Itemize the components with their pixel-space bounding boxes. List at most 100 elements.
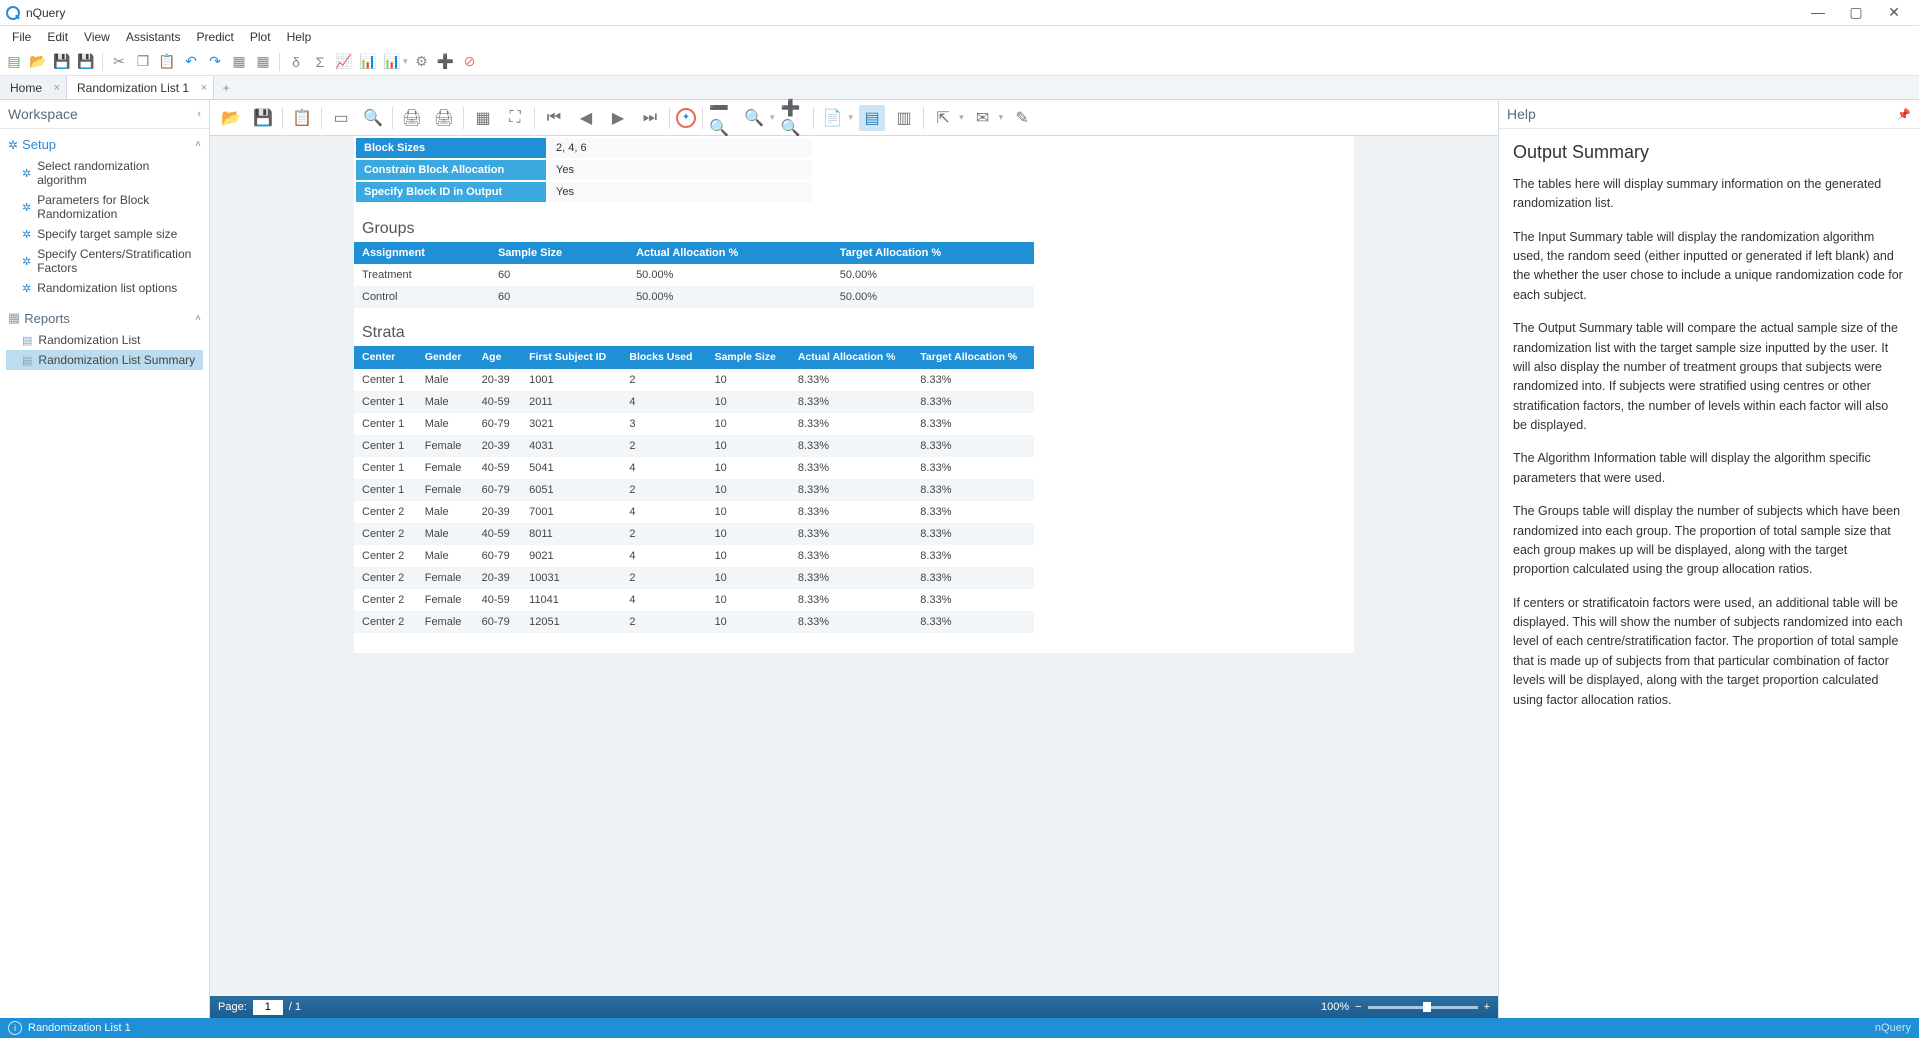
pin-icon[interactable]: 📌 <box>1897 108 1911 121</box>
sigma-icon[interactable]: Σ <box>310 52 330 72</box>
prev-page-icon[interactable]: ◀ <box>573 105 599 131</box>
new-icon[interactable]: ▤ <box>4 52 24 72</box>
find-icon[interactable]: 🔍 <box>360 105 386 131</box>
close-button[interactable]: ✕ <box>1875 4 1913 21</box>
zoom-in-button[interactable]: + <box>1484 1001 1490 1013</box>
zoom-out-icon[interactable]: ➖🔍 <box>709 105 735 131</box>
chart-bar-icon[interactable]: 📊 <box>358 52 378 72</box>
setup-item-algorithm[interactable]: ✲Select randomization algorithm <box>6 156 203 190</box>
dropdown-icon[interactable]: ▾ <box>403 56 408 67</box>
cell: 10 <box>707 457 790 479</box>
gear-icon[interactable]: ⚙ <box>412 52 432 72</box>
document-tabstrip: Home × Randomization List 1 × + <box>0 76 1919 100</box>
report-item-list[interactable]: ▤Randomization List <box>6 330 203 350</box>
separator <box>463 107 464 129</box>
report-canvas[interactable]: Block Sizes2, 4, 6 Constrain Block Alloc… <box>210 136 1498 996</box>
zoom-icon[interactable]: 🔍 <box>741 105 767 131</box>
reports-group[interactable]: ▦ Reports ˄ <box>6 306 203 330</box>
compass-icon[interactable]: ✦ <box>676 108 696 128</box>
menu-assistants[interactable]: Assistants <box>118 28 189 46</box>
cell-value: Yes <box>548 182 812 202</box>
continuous-mode-icon[interactable]: ▤ <box>859 105 885 131</box>
setup-item-sample-size[interactable]: ✲Specify target sample size <box>6 224 203 244</box>
collapse-icon[interactable]: ‹ <box>197 108 201 120</box>
item-label: Select randomization algorithm <box>37 159 199 187</box>
save-icon[interactable]: 💾 <box>52 52 72 72</box>
zoom-slider[interactable] <box>1368 1006 1478 1009</box>
table-row: Center 2Male20-3970014108.33%8.33% <box>354 501 1034 523</box>
email-icon[interactable]: ✉ <box>970 105 996 131</box>
grid2-icon[interactable]: ▦ <box>253 52 273 72</box>
redo-icon[interactable]: ↷ <box>205 52 225 72</box>
open-folder-icon[interactable]: 📂 <box>218 105 244 131</box>
print-icon[interactable]: 🖨 <box>399 105 425 131</box>
last-page-icon[interactable]: ⏭ <box>637 105 663 131</box>
copy-icon[interactable]: ❐ <box>133 52 153 72</box>
save-icon[interactable]: 💾 <box>250 105 276 131</box>
menu-edit[interactable]: Edit <box>39 28 76 46</box>
zoom-out-button[interactable]: − <box>1355 1001 1361 1013</box>
remove-icon[interactable]: ⊘ <box>460 52 480 72</box>
setup-item-options[interactable]: ✲Randomization list options <box>6 278 203 298</box>
menu-plot[interactable]: Plot <box>242 28 279 46</box>
tab-close-icon[interactable]: × <box>54 82 60 94</box>
chart-line-icon[interactable]: 📈 <box>334 52 354 72</box>
paste-icon[interactable]: 📋 <box>157 52 177 72</box>
fit-icon[interactable]: ⛶ <box>502 105 528 131</box>
reports-title: Reports <box>24 311 70 326</box>
menu-help[interactable]: Help <box>279 28 320 46</box>
menu-view[interactable]: View <box>76 28 118 46</box>
setup-group[interactable]: ✲ Setup ˄ <box>6 133 203 156</box>
tab-home[interactable]: Home × <box>0 76 67 99</box>
zoom-in-icon[interactable]: ➕🔍 <box>781 105 807 131</box>
select-icon[interactable]: ▭ <box>328 105 354 131</box>
export-icon[interactable]: ⇱ <box>930 105 956 131</box>
first-page-icon[interactable]: ⏮ <box>541 105 567 131</box>
col: Center <box>354 346 417 369</box>
next-page-icon[interactable]: ▶ <box>605 105 631 131</box>
maximize-button[interactable]: ▢ <box>1837 4 1875 21</box>
menu-predict[interactable]: Predict <box>189 28 242 46</box>
open-icon[interactable]: 📂 <box>28 52 48 72</box>
setup-item-centers[interactable]: ✲Specify Centers/Stratification Factors <box>6 244 203 278</box>
cell-value: 2, 4, 6 <box>548 138 812 158</box>
clipboard-icon[interactable]: 📋 <box>289 105 315 131</box>
title-bar: nQuery — ▢ ✕ <box>0 0 1919 26</box>
page-input[interactable] <box>253 1000 283 1015</box>
menu-file[interactable]: File <box>4 28 39 46</box>
workspace-header[interactable]: Workspace ‹ <box>0 100 209 129</box>
col: Actual Allocation % <box>790 346 912 369</box>
add-icon[interactable]: ➕ <box>436 52 456 72</box>
dropdown-icon[interactable]: ▾ <box>849 112 854 123</box>
cell: Center 2 <box>354 545 417 567</box>
dropdown-icon[interactable]: ▾ <box>959 112 964 123</box>
cell: 40-59 <box>474 457 522 479</box>
groups-table: Assignment Sample Size Actual Allocation… <box>354 242 1034 308</box>
cell: Female <box>417 435 474 457</box>
report-item-summary[interactable]: ▤Randomization List Summary <box>6 350 203 370</box>
print-preview-icon[interactable]: 🖨 <box>431 105 457 131</box>
undo-icon[interactable]: ↶ <box>181 52 201 72</box>
layout-icon[interactable]: ▦ <box>470 105 496 131</box>
two-page-icon[interactable]: ▥ <box>891 105 917 131</box>
saveall-icon[interactable]: 💾 <box>76 52 96 72</box>
delta-icon[interactable]: δ <box>286 52 306 72</box>
tab-add-button[interactable]: + <box>214 76 238 99</box>
page-mode-icon[interactable]: 📄 <box>820 105 846 131</box>
item-label: Specify target sample size <box>37 227 177 241</box>
edit-doc-icon[interactable]: ✎ <box>1009 105 1035 131</box>
table-row: Specify Block ID in OutputYes <box>356 182 812 202</box>
cell: 3021 <box>521 413 621 435</box>
grid-icon[interactable]: ▦ <box>229 52 249 72</box>
tab-randomization-list-1[interactable]: Randomization List 1 × <box>67 76 214 99</box>
help-body[interactable]: Output Summary The tables here will disp… <box>1499 129 1919 734</box>
chart-rand-icon[interactable]: 📊 <box>382 52 402 72</box>
setup-item-params[interactable]: ✲Parameters for Block Randomization <box>6 190 203 224</box>
dropdown-icon[interactable]: ▾ <box>999 112 1004 123</box>
item-label: Specify Centers/Stratification Factors <box>37 247 199 275</box>
tab-close-icon[interactable]: × <box>201 82 207 94</box>
table-row: Center 1Female60-7960512108.33%8.33% <box>354 479 1034 501</box>
cut-icon[interactable]: ✂ <box>109 52 129 72</box>
minimize-button[interactable]: — <box>1799 4 1837 21</box>
dropdown-icon[interactable]: ▾ <box>770 112 775 123</box>
